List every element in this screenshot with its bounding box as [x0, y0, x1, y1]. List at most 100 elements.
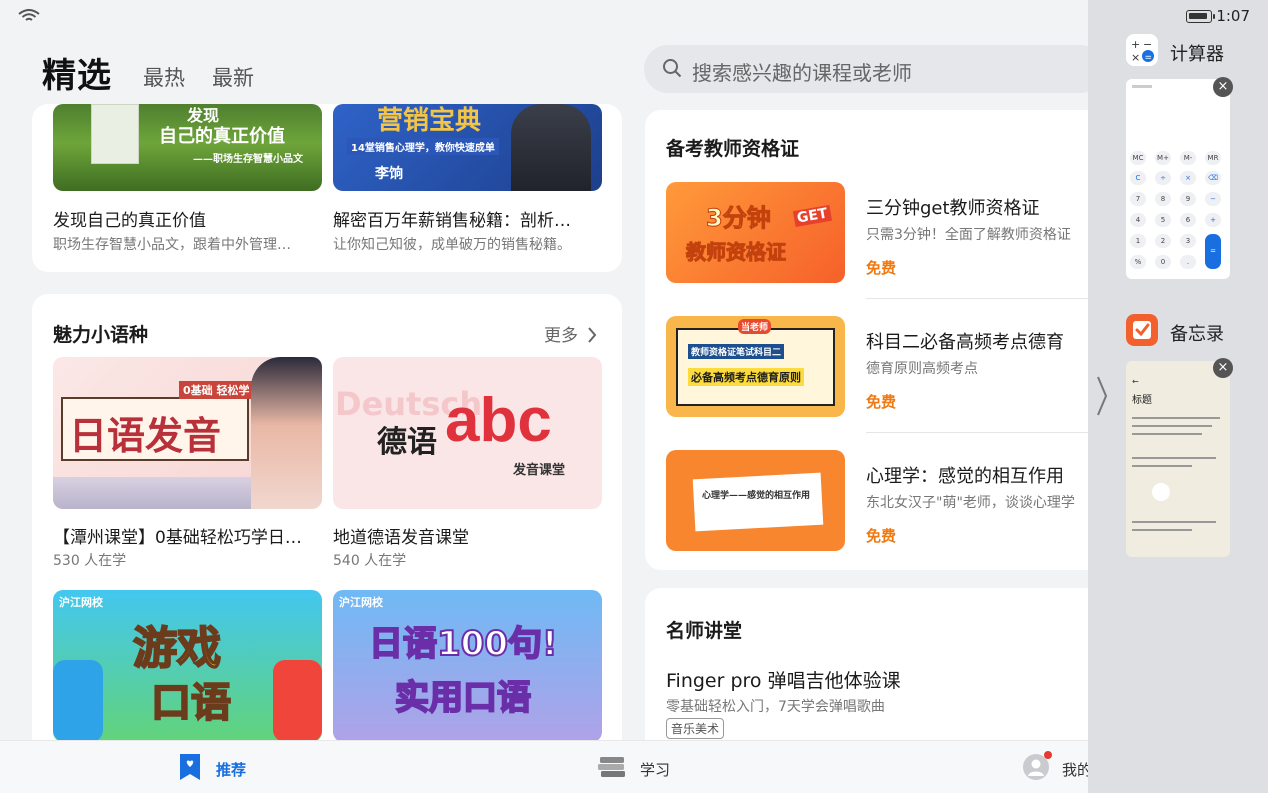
svg-text:−: −	[1143, 38, 1152, 51]
art-text: 营销宝典	[377, 106, 482, 136]
svg-text:×: ×	[1131, 51, 1140, 64]
course-title[interactable]: 解密百万年薪销售秘籍：剖析…	[333, 206, 603, 231]
controller-left-illustration	[53, 660, 103, 742]
wifi-icon	[18, 9, 40, 21]
text-line	[1132, 417, 1220, 419]
art-text: ——职场生存智慧小品文	[193, 154, 303, 165]
course-title[interactable]: 发现自己的真正价值	[53, 206, 323, 231]
tab-featured[interactable]: 精选	[42, 48, 112, 97]
course-title[interactable]: 心理学：感觉的相互作用	[866, 462, 1105, 488]
geisha-illustration	[251, 357, 322, 509]
calc-key: 8	[1155, 192, 1171, 206]
svg-text:+: +	[1131, 38, 1140, 51]
more-link[interactable]: 更多	[544, 321, 597, 346]
calc-key: M+	[1155, 151, 1171, 165]
calc-key: 4	[1130, 213, 1146, 227]
svg-text:=: =	[1145, 53, 1153, 63]
text-line	[1132, 433, 1202, 435]
memo-title: 标题	[1132, 395, 1152, 406]
tab-newest[interactable]: 最新	[212, 62, 254, 92]
calc-key: +	[1205, 213, 1221, 227]
calc-key: MR	[1205, 151, 1221, 165]
learner-count: 540 人在学	[333, 553, 407, 569]
course-thumbnail[interactable]: 沪江网校 游戏 口语	[53, 590, 322, 742]
course-thumbnail[interactable]: 日语发音 0基础 轻松学	[53, 357, 322, 509]
course-thumbnail[interactable]: 发现 自己的真正价值 ——职场生存智慧小品文	[53, 104, 322, 191]
course-title[interactable]: Finger pro 弹唱吉他体验课	[666, 666, 1086, 693]
art-text: 李饷	[375, 166, 403, 182]
divider	[866, 432, 1105, 433]
battery-icon	[1186, 10, 1215, 23]
chevron-right-icon[interactable]	[1095, 375, 1109, 417]
art-text: 0基础 轻松学	[179, 381, 254, 399]
art-text: 当老师	[738, 319, 772, 334]
art-text: 沪江网校	[59, 596, 103, 609]
course-thumbnail[interactable]: 心理学——感觉的相互作用	[666, 450, 845, 551]
close-memo-preview-button[interactable]: ×	[1213, 358, 1233, 378]
course-thumbnail[interactable]: 当老师 教师资格证笔试科目二 必备高频考点德育原则	[666, 316, 845, 417]
memo-preview[interactable]: ← 标题	[1126, 361, 1230, 557]
art-text: 日语100句!	[368, 623, 558, 665]
nav-me[interactable]: 我的	[1022, 751, 1092, 783]
price-free: 免费	[866, 393, 897, 411]
text-line	[1132, 465, 1192, 467]
course-thumbnail[interactable]: 营销宝典 14堂销售心理学，教你快速成单 李饷	[333, 104, 602, 191]
app-name-memo[interactable]: 备忘录	[1170, 320, 1224, 346]
search-bar[interactable]: 搜索感兴趣的课程或老师	[644, 45, 1104, 93]
title-frame	[676, 328, 835, 406]
calc-key: 2	[1155, 234, 1171, 248]
course-title[interactable]: 【潭州课堂】0基础轻松巧学日…	[53, 523, 323, 548]
section-title: 魅力小语种	[53, 324, 149, 346]
controller-right-illustration	[273, 660, 322, 742]
calc-key: 7	[1130, 192, 1146, 206]
text-line	[1132, 425, 1212, 427]
art-text: 游戏	[132, 622, 222, 675]
course-title[interactable]: 科目二必备高频考点德育	[866, 328, 1105, 354]
art-text: 实用口语	[394, 677, 532, 719]
art-text: 教师资格证	[686, 240, 787, 265]
format-button	[1152, 483, 1170, 501]
calculator-preview[interactable]: MC M+ M- MR C ÷ × ⌫ 7 8 9 − 4 5 6 + 1 2 …	[1126, 79, 1230, 279]
art-text: 14堂销售心理学，教你快速成单	[347, 138, 499, 155]
calc-key: −	[1205, 192, 1221, 206]
calc-key: 6	[1180, 213, 1196, 227]
calc-key: =	[1205, 234, 1221, 269]
category-tag: 音乐美术	[666, 718, 725, 739]
more-label: 更多	[544, 326, 578, 346]
calc-key: 1	[1130, 234, 1146, 248]
nav-label: 学习	[640, 761, 671, 779]
course-title[interactable]: 地道德语发音课堂	[333, 523, 603, 548]
section-title: 备考教师资格证	[666, 138, 800, 160]
art-text: 德语	[377, 425, 437, 460]
divider	[866, 298, 1105, 299]
calc-key: M-	[1180, 151, 1196, 165]
calc-key: 0	[1155, 255, 1171, 269]
course-thumbnail[interactable]: 3分钟 GET 教师资格证	[666, 182, 845, 283]
memo-icon[interactable]	[1126, 314, 1158, 346]
course-subtitle: 让你知己知彼，成单破万的销售秘籍。	[333, 237, 571, 253]
course-thumbnail[interactable]: Deutsch 德语 abc 发音课堂	[333, 357, 602, 509]
nav-recommend[interactable]: 推荐	[178, 753, 258, 783]
course-title[interactable]: 三分钟get教师资格证	[866, 194, 1105, 220]
chevron-right-icon	[588, 327, 597, 343]
presenter-photo	[511, 104, 591, 191]
tab-hottest[interactable]: 最热	[143, 62, 185, 92]
art-text: 发音课堂	[513, 463, 566, 478]
art-text: 沪江网校	[339, 596, 383, 609]
price-free: 免费	[866, 527, 897, 545]
text-line	[1132, 457, 1216, 459]
calc-key: MC	[1130, 151, 1146, 165]
nav-study[interactable]: 学习	[598, 753, 678, 783]
teacher-cert-section-card: 备考教师资格证 3分钟 GET 教师资格证 三分钟get教师资格证 只需3分钟！…	[645, 110, 1105, 570]
close-calculator-preview-button[interactable]: ×	[1213, 77, 1233, 97]
course-subtitle: 东北女汉子"萌"老师，谈谈心理学	[866, 495, 1075, 511]
course-thumbnail[interactable]: 沪江网校 日语100句! 实用口语	[333, 590, 602, 742]
art-text: 3分钟	[706, 204, 772, 233]
app-name-calculator[interactable]: 计算器	[1170, 40, 1224, 66]
calculator-icon[interactable]: + − × =	[1126, 34, 1158, 66]
art-text: 日语发音	[69, 414, 222, 458]
search-icon	[663, 59, 682, 78]
famous-teacher-section-card: 名师讲堂 Finger pro 弹唱吉他体验课 零基础轻松入门，7天学会弹唱歌曲…	[645, 588, 1105, 758]
calc-key: 3	[1180, 234, 1196, 248]
book-cover-image	[91, 104, 139, 164]
